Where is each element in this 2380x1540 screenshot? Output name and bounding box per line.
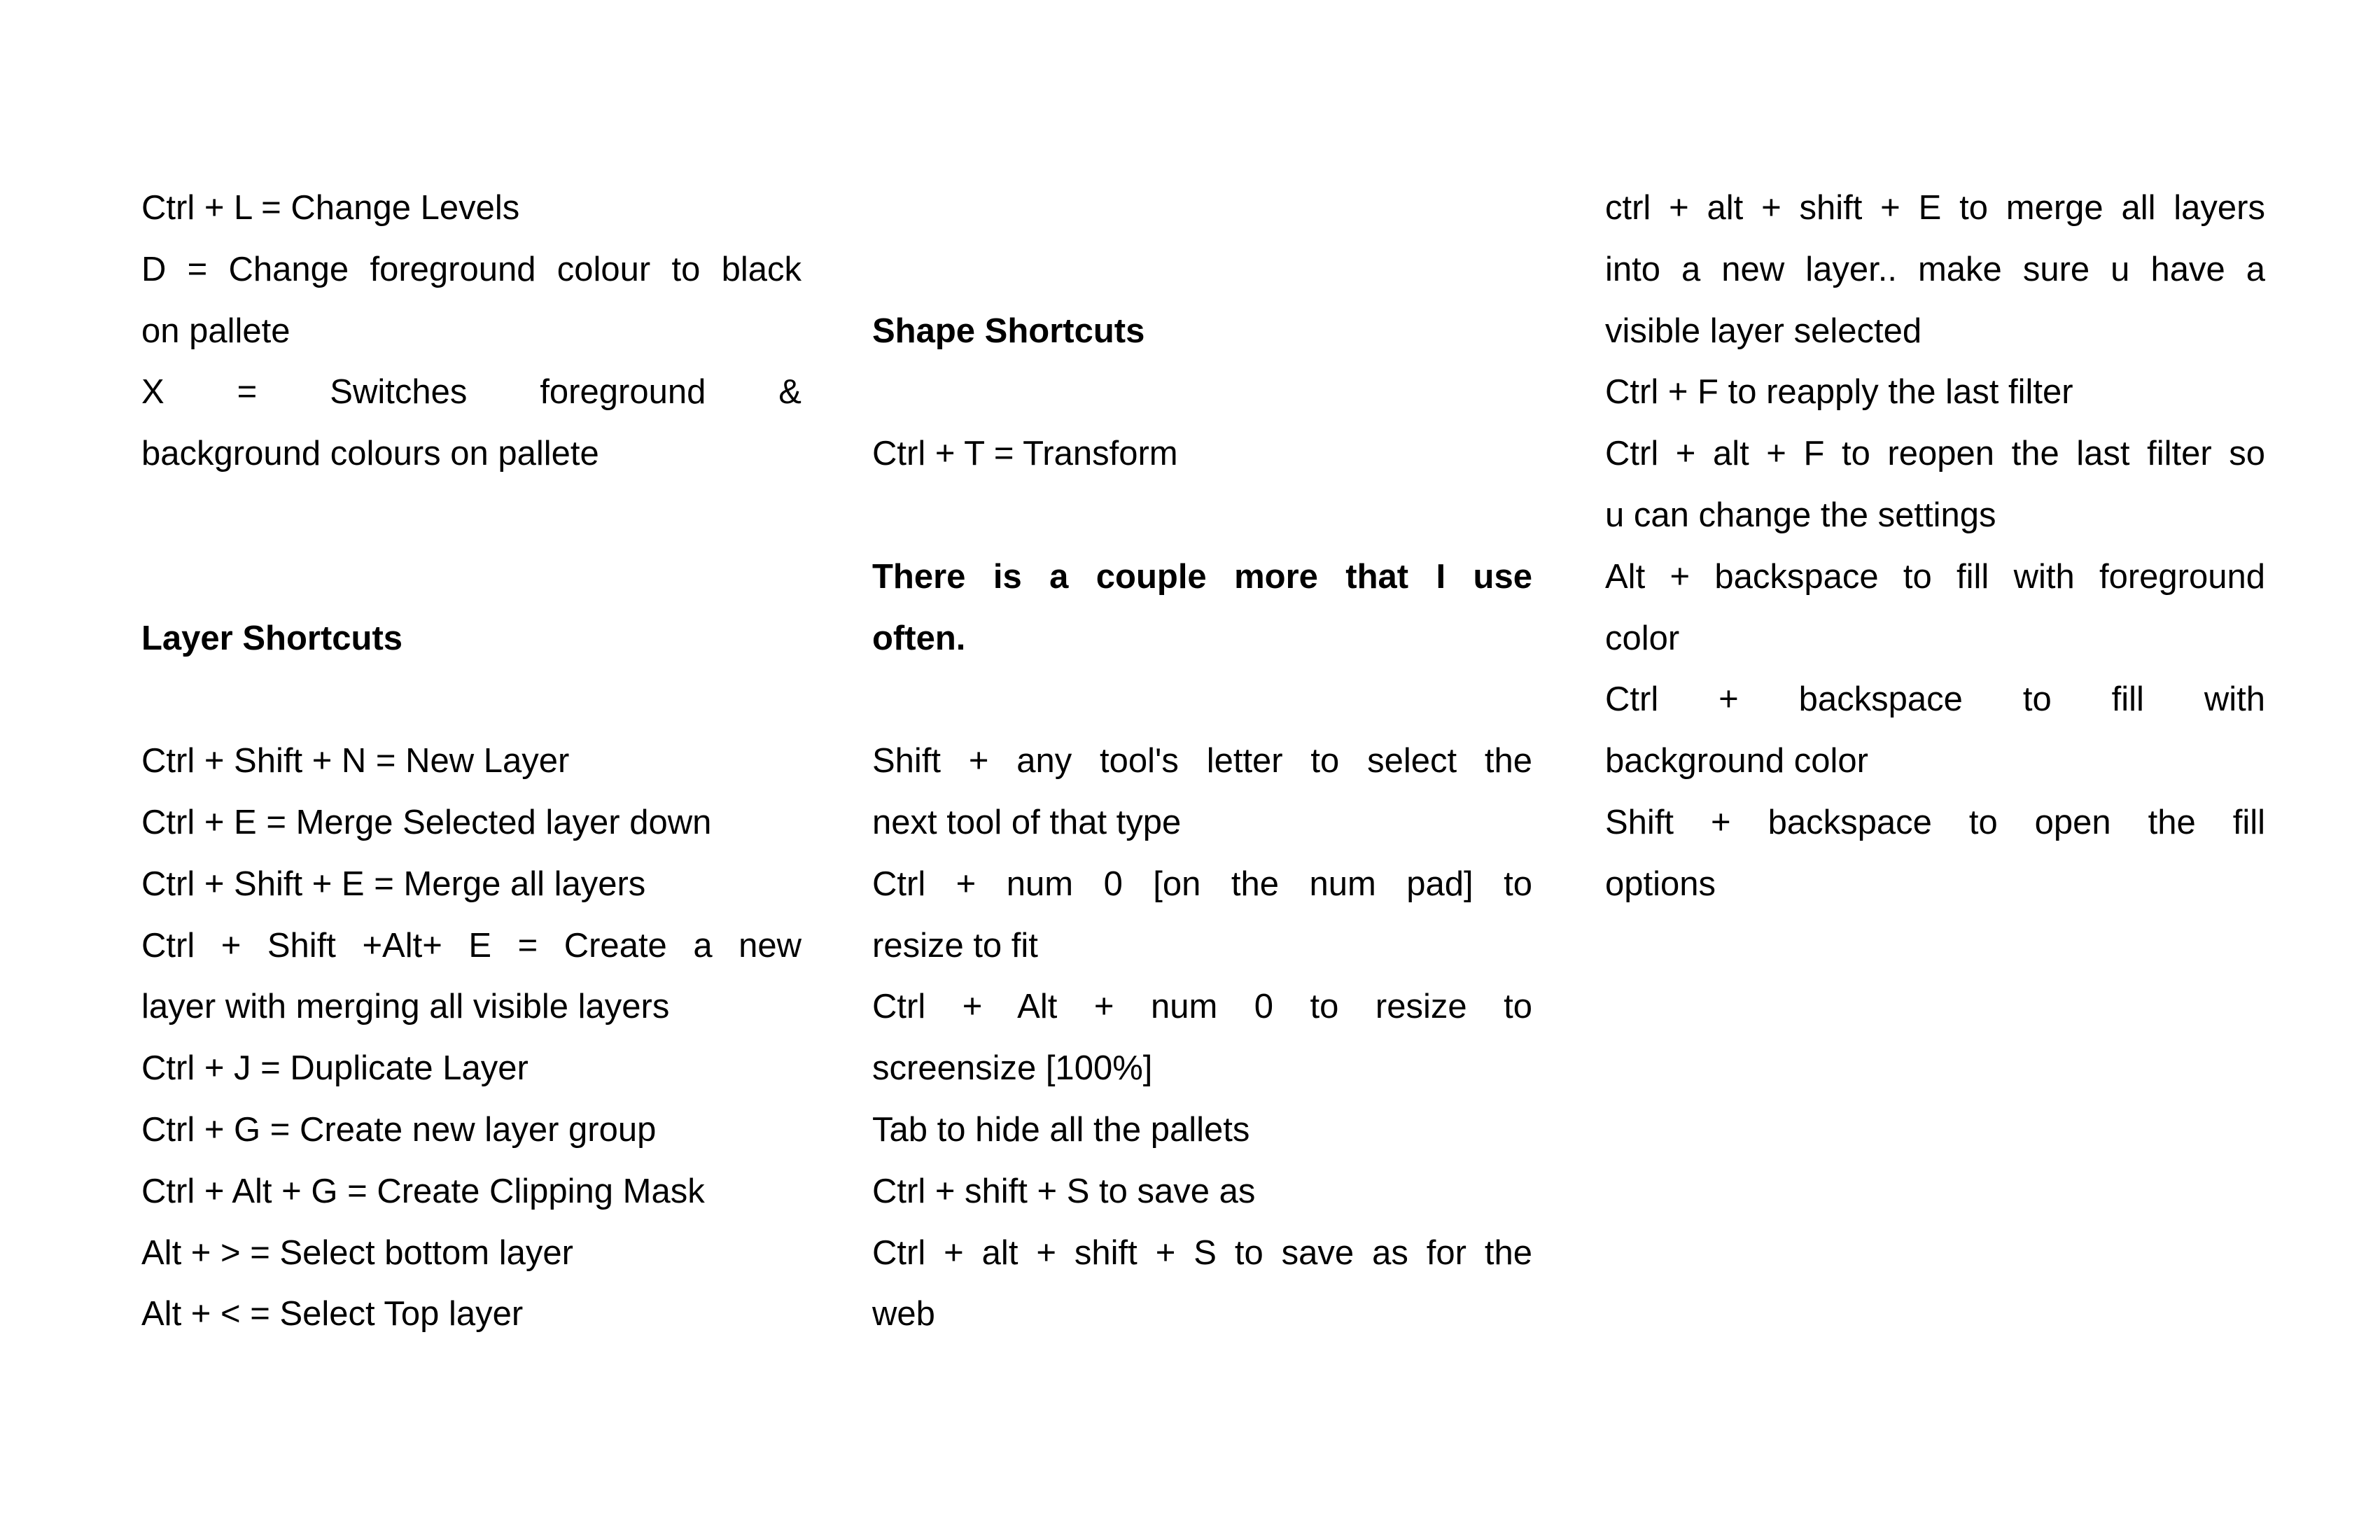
shortcut-paragraph: Ctrl + backspace to fill with background …	[1605, 669, 2265, 792]
text-line: Shift + backspace to open the fill	[1605, 803, 2265, 841]
text-line: resize to fit	[872, 926, 1038, 965]
text-line: Layer Shortcuts	[141, 619, 403, 657]
column-middle: Shape Shortcuts Ctrl + T = Transform There…	[872, 178, 1532, 1345]
section-heading: Layer Shortcuts	[141, 608, 802, 670]
text-line: visible layer selected	[1605, 312, 1922, 350]
text-line: Ctrl + Shift + E = Merge all layers	[141, 864, 646, 903]
text-line: Ctrl + Shift +Alt+ E = Create a new	[141, 926, 802, 965]
column-right: ctrl + alt + shift + E to merge all laye…	[1605, 178, 2265, 916]
text-line: Ctrl + alt + F to reopen the last filter…	[1605, 435, 2265, 473]
shortcut-paragraph: ctrl + alt + shift + E to merge all laye…	[1605, 178, 2265, 362]
shortcut-paragraph: Ctrl + shift + S to save as	[872, 1161, 1532, 1223]
shortcut-paragraph: Alt + > = Select bottom layer	[141, 1223, 802, 1284]
shortcut-paragraph: Ctrl + F to reapply the last filter	[1605, 362, 2265, 424]
shortcut-paragraph: Ctrl + Shift +Alt+ E = Create a new layer…	[141, 916, 802, 1039]
text-line: D = Change foreground colour to black	[141, 250, 802, 288]
shortcut-paragraph: Shift + any tool's letter to select the n…	[872, 731, 1532, 854]
text-line: Ctrl + Shift + N = New Layer	[141, 742, 570, 780]
section-heading: Shape Shortcuts	[872, 301, 1532, 363]
shortcut-paragraph: Ctrl + Shift + N = New Layer	[141, 731, 802, 792]
text-line: on pallete	[141, 312, 290, 350]
shortcut-paragraph: Alt + < = Select Top layer	[141, 1284, 802, 1345]
shortcut-paragraph: X = Switches foreground & background colo…	[141, 362, 802, 485]
text-line: Ctrl + E = Merge Selected layer down	[141, 803, 712, 841]
shortcut-paragraph: Ctrl + alt + shift + S to save as for th…	[872, 1223, 1532, 1346]
text-line: Shape Shortcuts	[872, 312, 1145, 350]
text-line: Ctrl + alt + shift + S to save as for th…	[872, 1233, 1532, 1272]
shortcut-paragraph: Ctrl + T = Transform	[872, 424, 1532, 485]
shortcut-paragraph: Ctrl + L = Change Levels	[141, 178, 802, 239]
text-line: Ctrl + shift + S to save as	[872, 1172, 1256, 1210]
shortcut-paragraph: Ctrl + G = Create new layer group	[141, 1100, 802, 1161]
text-line: Ctrl + Alt + G = Create Clipping Mask	[141, 1172, 705, 1210]
shortcut-paragraph: Alt + backspace to fill with foreground c…	[1605, 547, 2265, 670]
column-left: Ctrl + L = Change Levels D = Change foreg…	[141, 178, 802, 1345]
shortcut-paragraph: D = Change foreground colour to black on …	[141, 239, 802, 363]
shortcut-paragraph: Ctrl + alt + F to reopen the last filter…	[1605, 424, 2265, 547]
text-line: background colours on pallete	[141, 435, 599, 473]
shortcut-paragraph: Ctrl + Shift + E = Merge all layers	[141, 854, 802, 916]
text-line: layer with merging all visible layers	[141, 988, 670, 1026]
text-line: Ctrl + L = Change Levels	[141, 189, 520, 227]
shortcut-paragraph: Ctrl + Alt + G = Create Clipping Mask	[141, 1161, 802, 1223]
shortcut-paragraph: Ctrl + E = Merge Selected layer down	[141, 792, 802, 854]
text-line: screensize [100%]	[872, 1049, 1153, 1088]
shortcut-paragraph: Shift + backspace to open the fill option…	[1605, 792, 2265, 916]
text-line: ctrl + alt + shift + E to merge all laye…	[1605, 189, 2265, 227]
shortcut-paragraph: Ctrl + Alt + num 0 to resize to screensiz…	[872, 976, 1532, 1100]
text-line: There is a couple more that I use	[872, 557, 1532, 596]
text-line: u can change the settings	[1605, 496, 1996, 534]
text-line: Shift + any tool's letter to select the	[872, 742, 1532, 780]
text-line: often.	[872, 619, 966, 657]
text-line: background color	[1605, 742, 1868, 780]
text-line: X = Switches foreground &	[141, 373, 802, 412]
text-line: Ctrl + backspace to fill with	[1605, 680, 2265, 719]
text-line: Tab to hide all the pallets	[872, 1110, 1250, 1149]
text-line: Alt + backspace to fill with foreground	[1605, 557, 2265, 596]
text-line: Ctrl + T = Transform	[872, 435, 1178, 473]
text-line: Ctrl + Alt + num 0 to resize to	[872, 988, 1532, 1026]
text-line: color	[1605, 619, 1680, 657]
text-line: options	[1605, 864, 1716, 903]
shortcut-paragraph: Tab to hide all the pallets	[872, 1100, 1532, 1161]
text-line: next tool of that type	[872, 803, 1182, 841]
text-line: Ctrl + F to reapply the last filter	[1605, 373, 2073, 412]
text-line: Alt + < = Select Top layer	[141, 1295, 524, 1334]
text-line: into a new layer.. make sure u have a	[1605, 250, 2265, 288]
shortcut-paragraph: Ctrl + J = Duplicate Layer	[141, 1038, 802, 1100]
text-line: web	[872, 1295, 935, 1334]
shortcut-paragraph: Ctrl + num 0 [on the num pad] to resize t…	[872, 854, 1532, 977]
text-line: Ctrl + J = Duplicate Layer	[141, 1049, 528, 1088]
section-heading: There is a couple more that I use often.	[872, 547, 1532, 670]
text-line: Alt + > = Select bottom layer	[141, 1233, 573, 1272]
text-line: Ctrl + G = Create new layer group	[141, 1110, 657, 1149]
text-line: Ctrl + num 0 [on the num pad] to	[872, 864, 1532, 903]
